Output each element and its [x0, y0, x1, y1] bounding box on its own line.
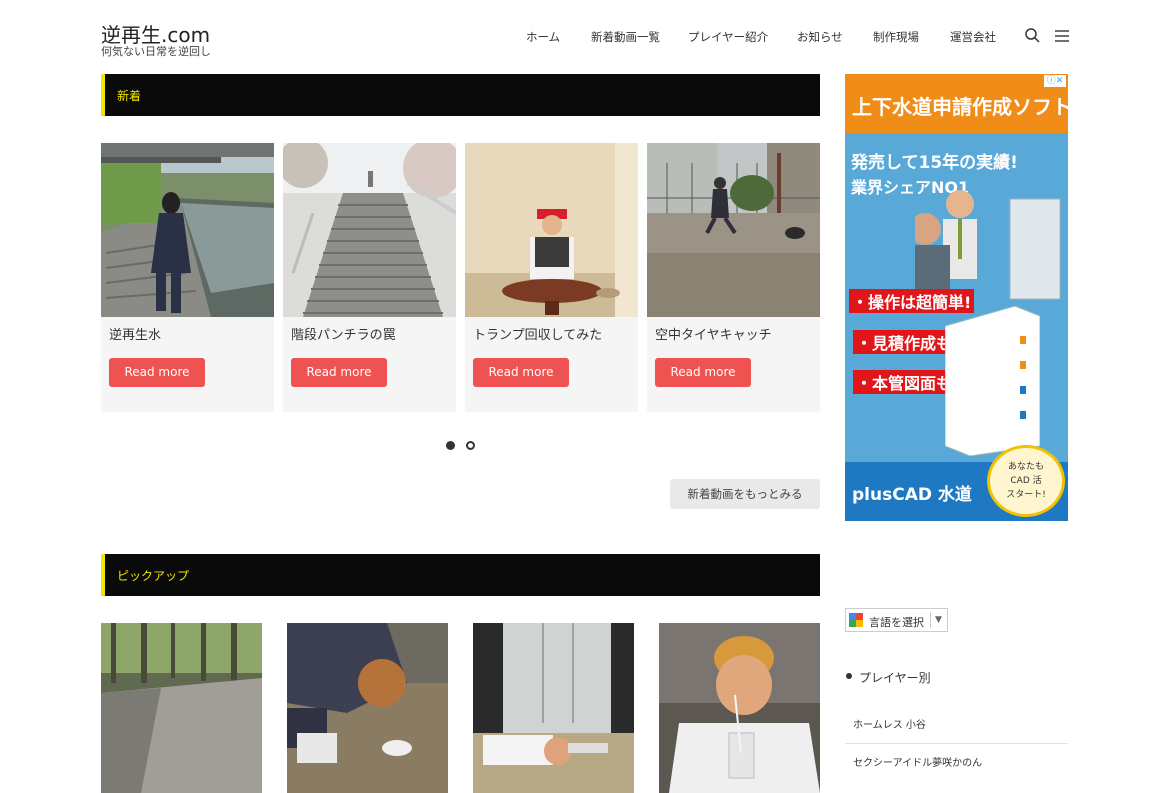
section-header-new: 新着 [101, 74, 820, 116]
bullet-icon [846, 673, 852, 679]
site-tagline: 何気ない日常を逆回し [101, 45, 211, 58]
pickup-thumbnail[interactable] [101, 623, 262, 793]
google-translate-icon [849, 613, 863, 627]
nav-item-new-videos[interactable]: 新着動画一覧 [591, 29, 660, 45]
sidebar-item-player[interactable]: ホームレス 小谷 [853, 716, 926, 731]
advertisement-banner[interactable]: 上下水道申請作成ソフト ⓘ✕ 発売して15年の実績! 業界シェアNO1 ・操作は… [845, 74, 1068, 521]
video-card[interactable]: 階段パンチラの罠 Read more [283, 143, 456, 412]
carousel-dot[interactable] [466, 441, 475, 450]
pickup-thumbnail[interactable] [287, 623, 448, 793]
ad-line: 発売して15年の実績! [851, 153, 1018, 173]
search-icon[interactable] [1024, 27, 1042, 45]
site-header: 逆再生.com 何気ない日常を逆回し ホーム 新着動画一覧 プレイヤー紹介 お知… [0, 0, 1170, 70]
ad-badge-line: スタート! [1006, 490, 1046, 500]
ad-close-icon[interactable]: ⓘ✕ [1044, 75, 1066, 87]
nav-item-production[interactable]: 制作現場 [873, 29, 919, 45]
nav-item-home[interactable]: ホーム [526, 29, 560, 45]
section-header-pickup: ピックアップ [101, 554, 820, 596]
ad-headline-bar: 上下水道申請作成ソフト [845, 74, 1068, 133]
more-new-videos-button[interactable]: 新着動画をもっとみる [670, 479, 820, 509]
divider [930, 612, 931, 628]
read-more-button[interactable]: Read more [291, 358, 387, 387]
ad-badge-line: あなたも [1007, 462, 1044, 472]
video-title[interactable]: 階段パンチラの罠 [291, 324, 396, 343]
video-card[interactable]: 空中タイヤキャッチ Read more [647, 143, 820, 412]
software-box-illustration [945, 306, 1040, 456]
language-select-label: 言語を選択 [869, 616, 924, 629]
ad-headline: 上下水道申請作成ソフト [852, 95, 1068, 119]
language-select[interactable]: 言語を選択 ▼ [845, 608, 948, 632]
sidebar-item-player[interactable]: セクシーアイドル夢咲かのん [853, 754, 982, 769]
ad-badge-line: CAD 活 [1010, 476, 1042, 486]
ad-product-name: plusCAD 水道 [852, 485, 972, 505]
video-title[interactable]: トランプ回収してみた [473, 324, 602, 343]
read-more-button[interactable]: Read more [655, 358, 751, 387]
hamburger-menu-icon[interactable] [1053, 27, 1071, 45]
section-title-new: 新着 [117, 89, 142, 103]
carousel-dot-active[interactable] [446, 441, 455, 450]
video-card[interactable]: 逆再生水 Read more [101, 143, 274, 412]
pickup-thumbnail[interactable] [659, 623, 820, 793]
video-thumbnail[interactable] [283, 143, 456, 317]
divider [845, 743, 1068, 744]
video-title[interactable]: 空中タイヤキャッチ [655, 324, 772, 343]
video-thumbnail[interactable] [465, 143, 638, 317]
nav-item-company[interactable]: 運営会社 [950, 29, 996, 45]
video-card[interactable]: トランプ回収してみた Read more [465, 143, 638, 412]
read-more-button[interactable]: Read more [473, 358, 569, 387]
pickup-thumbnail[interactable] [473, 623, 634, 793]
video-title[interactable]: 逆再生水 [109, 324, 161, 343]
read-more-button[interactable]: Read more [109, 358, 205, 387]
video-thumbnail[interactable] [101, 143, 274, 317]
section-title-pickup: ピックアップ [117, 569, 190, 583]
ad-badge: あなたも CAD 活 スタート! [987, 445, 1065, 517]
video-thumbnail[interactable] [647, 143, 820, 317]
nav-item-news[interactable]: お知らせ [797, 29, 843, 45]
sidebar-heading: プレイヤー別 [859, 671, 931, 685]
chevron-down-icon[interactable]: ▼ [935, 615, 942, 625]
nav-item-players[interactable]: プレイヤー紹介 [688, 29, 768, 45]
